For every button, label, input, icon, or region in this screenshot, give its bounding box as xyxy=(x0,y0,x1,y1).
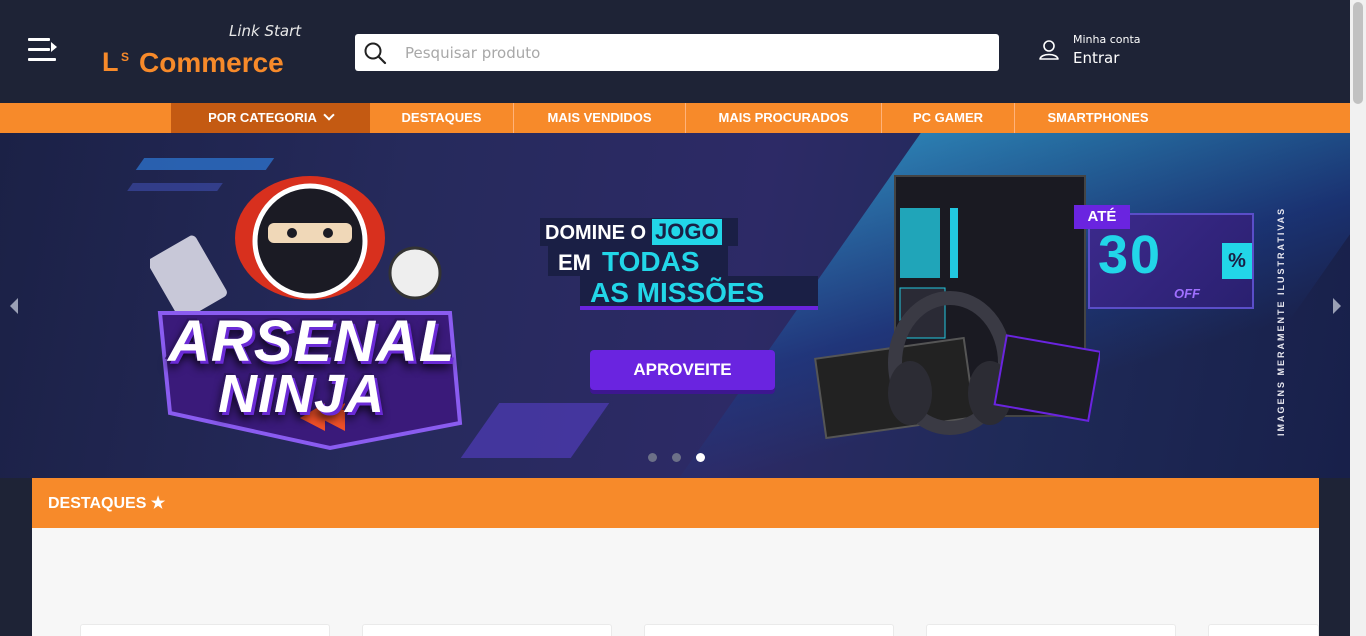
nav-item-label: DESTAQUES xyxy=(401,110,482,125)
logo-name: Commerce xyxy=(139,47,284,78)
arsenal-ninja-logo: ARSENAL NINJA xyxy=(150,163,480,453)
nav-item-mais-vendidos[interactable]: MAIS VENDIDOS xyxy=(514,103,685,133)
logo-tagline: Link Start xyxy=(229,22,302,40)
headline-line-3: AS MISSÕES xyxy=(590,277,765,308)
aproveite-button[interactable]: APROVEITE xyxy=(590,350,775,390)
product-card[interactable] xyxy=(80,624,330,636)
gaming-setup-image xyxy=(814,175,1100,440)
chevron-left-icon[interactable] xyxy=(10,298,18,314)
account-link[interactable]: Minha conta Entrar xyxy=(1038,32,1178,72)
account-label: Minha conta xyxy=(1073,33,1141,46)
section-title: DESTAQUES ★ xyxy=(48,495,166,512)
logo-initial: L xyxy=(102,47,119,77)
carousel-dot-1[interactable] xyxy=(648,453,657,462)
product-card[interactable] xyxy=(644,624,894,636)
carousel-dots xyxy=(645,453,711,463)
carousel-dot-3-active[interactable] xyxy=(696,453,705,462)
discount-suffix: OFF xyxy=(1174,286,1200,301)
search-input[interactable] xyxy=(405,34,985,71)
page-scrollbar[interactable] xyxy=(1350,0,1366,636)
carousel-dot-2[interactable] xyxy=(672,453,681,462)
illustrative-notice-text: IMAGENS MERAMENTE ILUSTRATIVAS xyxy=(1276,206,1286,436)
headline-highlight: JOGO xyxy=(652,219,722,245)
nav-item-label: SMARTPHONES xyxy=(1047,110,1149,125)
headline-part: DOMINE O xyxy=(545,222,647,244)
nav-item-mais-procurados[interactable]: MAIS PROCURADOS xyxy=(686,103,881,133)
nav-item-label: MAIS PROCURADOS xyxy=(718,110,849,125)
percent-sign: % xyxy=(1222,243,1252,279)
logo-superscript: S xyxy=(121,50,130,64)
category-nav: POR CATEGORIA DESTAQUES MAIS VENDIDOS MA… xyxy=(0,103,1350,133)
nav-item-label: MAIS VENDIDOS xyxy=(547,110,652,125)
product-card[interactable] xyxy=(1208,624,1319,636)
nav-item-categories[interactable]: POR CATEGORIA xyxy=(171,103,370,133)
search-icon[interactable] xyxy=(363,41,387,65)
site-header: Link Start L S Commerce Minha conta Entr… xyxy=(0,0,1350,103)
highlights-section: DESTAQUES ★ xyxy=(32,478,1319,636)
nav-item-label: PC GAMER xyxy=(912,110,984,125)
nav-item-pc-gamer[interactable]: PC GAMER xyxy=(882,103,1014,133)
highlights-header: DESTAQUES ★ xyxy=(32,478,1319,528)
search-bar xyxy=(355,34,999,71)
nav-item-smartphones[interactable]: SMARTPHONES xyxy=(1015,103,1181,133)
illustrative-notice: IMAGENS MERAMENTE ILUSTRATIVAS xyxy=(1276,171,1292,436)
login-link[interactable]: Entrar xyxy=(1073,49,1119,67)
nav-item-label: POR CATEGORIA xyxy=(208,110,317,125)
nav-item-destaques[interactable]: DESTAQUES xyxy=(370,103,513,133)
chevron-down-icon xyxy=(323,109,335,121)
menu-icon[interactable] xyxy=(28,38,58,62)
chevron-right-icon[interactable] xyxy=(1333,298,1341,314)
product-card[interactable] xyxy=(362,624,612,636)
discount-value: 30 xyxy=(1098,225,1163,285)
headline-highlight: TODAS xyxy=(602,246,700,277)
brand-line-2: NINJA xyxy=(218,364,386,424)
headline-part: EM xyxy=(558,250,591,275)
product-card[interactable] xyxy=(926,624,1176,636)
user-icon xyxy=(1039,40,1059,60)
hero-carousel[interactable]: ARSENAL NINJA DOMINE O JOGO EM TODAS AS … xyxy=(0,133,1350,478)
scrollbar-thumb[interactable] xyxy=(1353,2,1363,104)
logo[interactable]: Link Start L S Commerce xyxy=(102,20,302,80)
